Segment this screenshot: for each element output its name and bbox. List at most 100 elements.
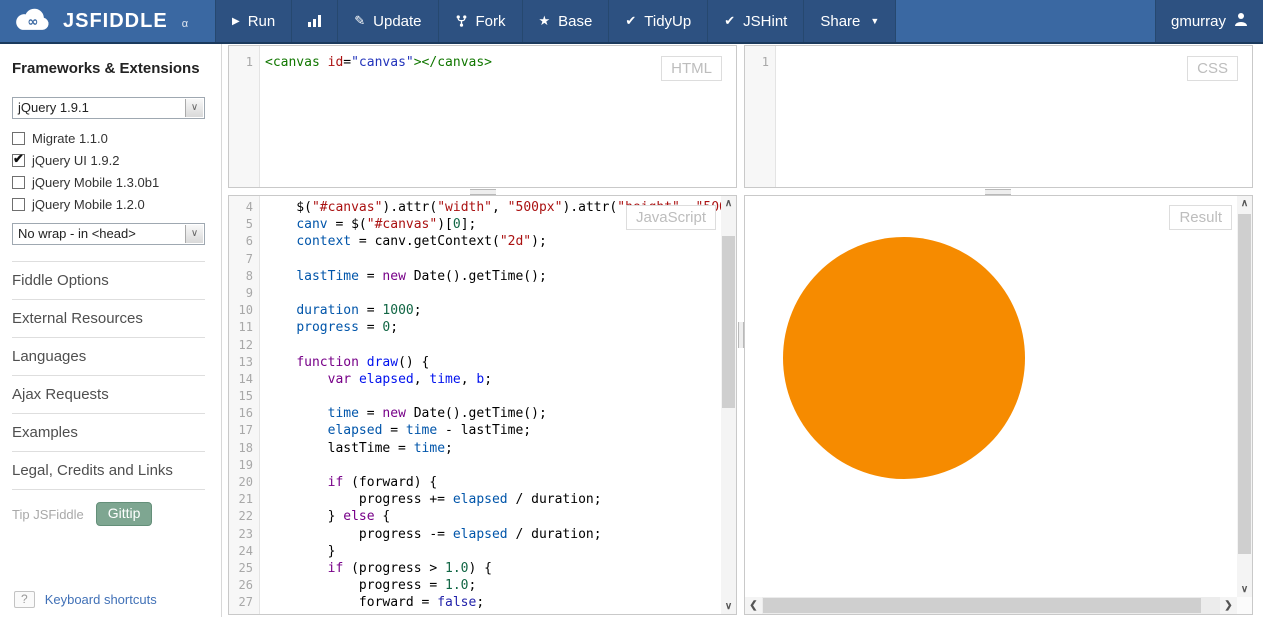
line-number: 24: [229, 543, 260, 560]
gittip-button[interactable]: Gittip: [96, 502, 153, 526]
extension-row[interactable]: Migrate 1.1.0: [12, 127, 205, 149]
nav-buttons: ▶Run✎UpdateFork★Base✔TidyUp✔JSHintShare▼: [215, 0, 896, 42]
sidebar-section-legal-credits-and-links[interactable]: Legal, Credits and Links: [12, 451, 205, 489]
question-key-icon[interactable]: ?: [14, 591, 35, 608]
horizontal-splitter-handle[interactable]: [470, 189, 496, 195]
code-line: 7: [229, 251, 736, 268]
code-line: 1: [745, 54, 1252, 71]
scroll-left-icon[interactable]: ❮: [745, 597, 762, 614]
scroll-down-icon[interactable]: ∨: [721, 599, 736, 614]
scrollbar-thumb[interactable]: [763, 598, 1201, 613]
sidebar-section-fiddle-options[interactable]: Fiddle Options: [12, 261, 205, 299]
nav-stats-button[interactable]: [291, 0, 337, 42]
nav-update-button[interactable]: ✎Update: [337, 0, 437, 42]
checkbox-icon[interactable]: [12, 198, 25, 211]
sidebar-section-external-resources[interactable]: External Resources: [12, 299, 205, 337]
wrap-select[interactable]: No wrap - in <head> ∨: [12, 223, 205, 245]
scrollbar-thumb[interactable]: [1238, 214, 1251, 554]
vertical-splitter-handle[interactable]: [738, 322, 744, 348]
extensions-list: Migrate 1.1.0jQuery UI 1.9.2 jQuery Mobil…: [12, 127, 205, 215]
horizontal-splitter-handle[interactable]: [985, 189, 1011, 195]
line-number: 16: [229, 405, 260, 422]
extension-row[interactable]: jQuery Mobile 1.3.0b1: [12, 171, 205, 193]
result-panel: Result ∧ ∨ ❮ ❯: [744, 195, 1253, 615]
code-line: 15: [229, 388, 736, 405]
code-line: 27 forward = false;: [229, 594, 736, 611]
framework-select[interactable]: jQuery 1.9.1 ∨: [12, 97, 205, 119]
user-icon: [1234, 12, 1248, 30]
star-icon: ★: [539, 13, 551, 29]
line-number: 18: [229, 440, 260, 457]
result-horizontal-scrollbar[interactable]: ❮ ❯: [745, 597, 1237, 614]
extension-row[interactable]: jQuery Mobile 1.2.0: [12, 193, 205, 215]
line-number: 26: [229, 577, 260, 594]
check-icon: ✔: [724, 13, 735, 29]
extension-label: jQuery Mobile 1.3.0b1: [32, 175, 159, 190]
css-editor[interactable]: 1: [745, 46, 1252, 187]
sidebar: Frameworks & Extensions jQuery 1.9.1 ∨ M…: [0, 44, 215, 617]
line-number: 9: [229, 285, 260, 302]
code-line: 26 progress = 1.0;: [229, 577, 736, 594]
scrollbar-thumb[interactable]: [722, 236, 735, 408]
extension-row[interactable]: jQuery UI 1.9.2: [12, 149, 205, 171]
checkbox-icon[interactable]: [12, 176, 25, 189]
keyboard-shortcuts-link[interactable]: Keyboard shortcuts: [45, 592, 157, 607]
css-panel-label: CSS: [1187, 56, 1238, 81]
cloud-logo-icon: ∞: [13, 5, 51, 37]
code-line: 10 duration = 1000;: [229, 302, 736, 319]
nav-share-button[interactable]: Share▼: [803, 0, 895, 42]
scroll-up-icon[interactable]: ∧: [1237, 196, 1252, 211]
scroll-right-icon[interactable]: ❯: [1220, 597, 1237, 614]
code-line: 20 if (forward) {: [229, 474, 736, 491]
line-number: 21: [229, 491, 260, 508]
wrap-select-value: No wrap - in <head>: [18, 226, 136, 241]
css-panel: 1 CSS: [744, 45, 1253, 188]
line-number: 23: [229, 526, 260, 543]
check-icon: ✔: [625, 13, 636, 29]
nav-tidyup-button[interactable]: ✔TidyUp: [608, 0, 707, 42]
nav-fork-button[interactable]: Fork: [438, 0, 522, 42]
code-line: 22 } else {: [229, 508, 736, 525]
js-vertical-scrollbar[interactable]: ∧ ∨: [721, 196, 736, 614]
line-number: 1: [745, 54, 776, 71]
scroll-up-icon[interactable]: ∧: [721, 196, 736, 211]
framework-select-value: jQuery 1.9.1: [18, 100, 89, 115]
line-number: 7: [229, 251, 260, 268]
code-line: 21 progress += elapsed / duration;: [229, 491, 736, 508]
checkbox-checked-icon[interactable]: [12, 154, 25, 167]
line-number: 11: [229, 319, 260, 336]
code-line: 13 function draw() {: [229, 354, 736, 371]
nav-run-button[interactable]: ▶Run: [215, 0, 291, 42]
tip-label: Tip JSFiddle: [12, 507, 84, 522]
play-icon: ▶: [232, 16, 240, 27]
nav-jshint-button[interactable]: ✔ JSHint: [707, 0, 803, 42]
code-line: 14 var elapsed, time, b;: [229, 371, 736, 388]
result-panel-label: Result: [1169, 205, 1232, 230]
sidebar-section-languages[interactable]: Languages: [12, 337, 205, 375]
code-line: 17 elapsed = time - lastTime;: [229, 422, 736, 439]
navbar: ∞ JSFIDDLE α ▶Run ✎Update Fork ★Base✔TidyUp…: [0, 0, 1263, 44]
user-name: gmurray: [1171, 13, 1226, 30]
sidebar-divider: [221, 44, 222, 617]
line-number: 27: [229, 594, 260, 611]
result-vertical-scrollbar[interactable]: ∧ ∨: [1237, 196, 1252, 597]
sidebar-section-examples[interactable]: Examples: [12, 413, 205, 451]
nav-button-label: Fork: [476, 13, 506, 30]
stats-icon: [308, 15, 321, 27]
nav-base-button[interactable]: ★Base: [522, 0, 609, 42]
js-panel-label: JavaScript: [626, 205, 716, 230]
html-editor[interactable]: 1<canvas id="canvas"></canvas>: [229, 46, 736, 187]
user-menu[interactable]: gmurray: [1155, 0, 1263, 42]
code-line: 28 }: [229, 612, 736, 615]
checkbox-icon[interactable]: [12, 132, 25, 145]
scroll-down-icon[interactable]: ∨: [1237, 582, 1252, 597]
js-editor[interactable]: 4 $("#canvas").attr("width", "500px").at…: [229, 196, 736, 614]
code-line: 1<canvas id="canvas"></canvas>: [229, 54, 736, 71]
code-line: 11 progress = 0;: [229, 319, 736, 336]
sidebar-section-ajax-requests[interactable]: Ajax Requests: [12, 375, 205, 413]
brand-title: JSFIDDLE: [63, 10, 168, 33]
line-number: 22: [229, 508, 260, 525]
line-number: 25: [229, 560, 260, 577]
nav-button-label: JSHint: [743, 13, 787, 30]
brand-logo[interactable]: ∞ JSFIDDLE α: [0, 0, 215, 42]
